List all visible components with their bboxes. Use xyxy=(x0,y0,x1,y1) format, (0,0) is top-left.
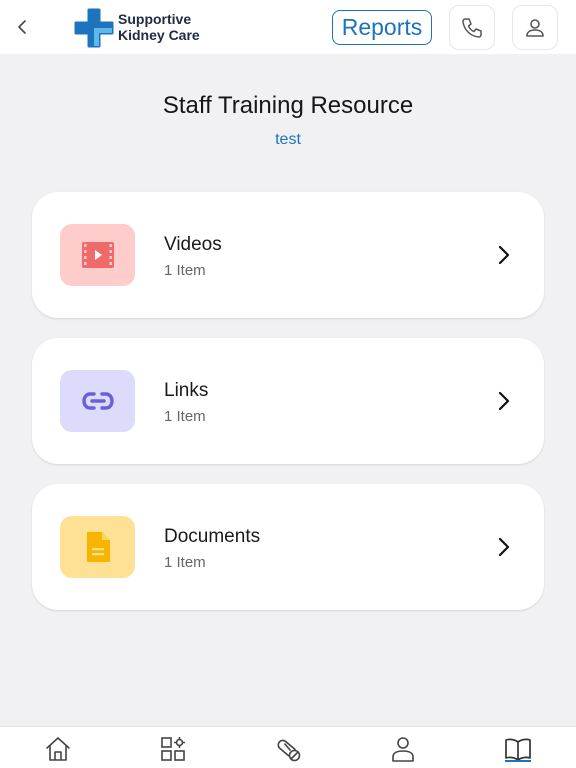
app-header: Supportive Kidney Care Reports xyxy=(0,0,576,54)
card-item-count: 1 Item xyxy=(164,262,206,279)
logo-cross-icon xyxy=(74,8,114,48)
card-title: Links xyxy=(164,380,209,401)
chevron-right-icon xyxy=(498,391,510,411)
person-icon xyxy=(392,737,414,762)
document-icon xyxy=(86,532,110,562)
chevron-right-icon xyxy=(498,537,510,557)
back-button[interactable] xyxy=(10,14,34,40)
resource-card-documents[interactable]: Documents 1 Item xyxy=(32,484,544,610)
card-title: Documents xyxy=(164,526,261,547)
bottom-nav xyxy=(0,726,576,768)
reports-button[interactable]: Reports xyxy=(332,10,432,45)
nav-profile[interactable] xyxy=(387,733,419,765)
active-tab-indicator xyxy=(505,760,531,762)
chevron-left-icon xyxy=(18,20,26,34)
user-icon xyxy=(526,18,544,37)
chevron-right-icon xyxy=(498,245,510,265)
card-title: Videos xyxy=(164,234,222,255)
logo-line2: Kidney Care xyxy=(118,27,200,43)
logo-line1: Supportive xyxy=(118,11,192,27)
card-icon-container xyxy=(60,224,135,286)
profile-button[interactable] xyxy=(512,5,558,50)
card-icon-container xyxy=(60,370,135,432)
link-icon xyxy=(81,392,114,410)
phone-icon xyxy=(462,17,482,38)
medication-icon xyxy=(277,739,301,762)
grid-icon xyxy=(161,737,185,761)
page-title: Staff Training Resource xyxy=(162,92,414,119)
card-item-count: 1 Item xyxy=(164,408,206,425)
nav-medication[interactable] xyxy=(272,733,304,765)
logo-text: Supportive Kidney Care xyxy=(118,11,200,43)
nav-home[interactable] xyxy=(42,733,74,765)
card-icon-container xyxy=(60,516,135,578)
video-icon xyxy=(81,242,114,268)
phone-button[interactable] xyxy=(449,5,495,50)
card-item-count: 1 Item xyxy=(164,554,206,571)
resource-card-videos[interactable]: Videos 1 Item xyxy=(32,192,544,318)
page-subtitle: test xyxy=(275,131,301,148)
nav-grid[interactable] xyxy=(157,733,189,765)
resource-card-links[interactable]: Links 1 Item xyxy=(32,338,544,464)
home-icon xyxy=(46,737,70,761)
book-icon xyxy=(505,738,531,761)
